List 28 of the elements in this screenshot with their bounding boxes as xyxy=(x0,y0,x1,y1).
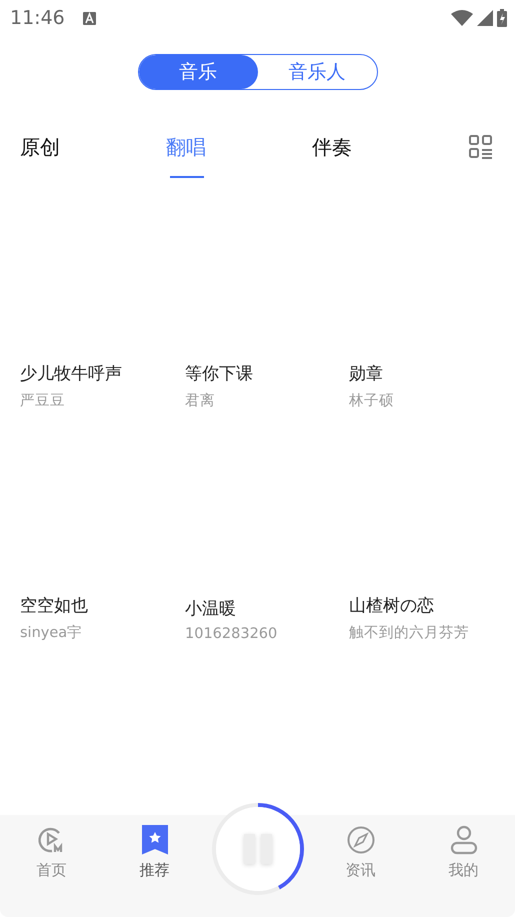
song-artist: 林子硕 xyxy=(349,392,395,410)
song-title[interactable]: 少儿牧牛呼声 xyxy=(20,362,185,385)
notification-icon xyxy=(82,12,96,24)
song-artist: 触不到的六月芬芳 xyxy=(349,624,470,642)
status-time: 11:46 xyxy=(10,7,65,29)
song-artist: 君离 xyxy=(185,392,216,410)
song-title[interactable]: 空空如也 xyxy=(20,594,185,617)
wifi-icon xyxy=(451,10,473,26)
category-tab[interactable]: 伴奏 xyxy=(312,132,458,162)
segment-tab[interactable]: 音乐人 xyxy=(258,55,376,89)
song-title[interactable]: 小温暖 xyxy=(185,597,349,620)
tab-underline xyxy=(170,176,204,178)
signal-icon xyxy=(477,10,493,26)
song-title[interactable]: 山楂树の恋 xyxy=(349,594,515,617)
segment-tab[interactable]: 音乐 xyxy=(138,55,258,89)
song-artist: 严豆豆 xyxy=(20,392,66,410)
category-tab[interactable]: 原创 xyxy=(20,132,166,162)
nav-tab[interactable]: 推荐 xyxy=(103,815,206,917)
person-icon xyxy=(450,825,478,855)
compass-icon xyxy=(346,825,376,855)
category-tab[interactable]: 翻唱 xyxy=(166,132,312,178)
star-bookmark-icon xyxy=(142,825,168,855)
song-artist: 1016283260 xyxy=(185,626,278,642)
song-title[interactable]: 等你下课 xyxy=(185,362,349,385)
song-artist: sinyea宇 xyxy=(20,624,84,642)
grid-list-icon[interactable] xyxy=(469,135,493,159)
song-title[interactable]: 勋章 xyxy=(349,362,515,385)
battery-icon xyxy=(497,9,507,27)
